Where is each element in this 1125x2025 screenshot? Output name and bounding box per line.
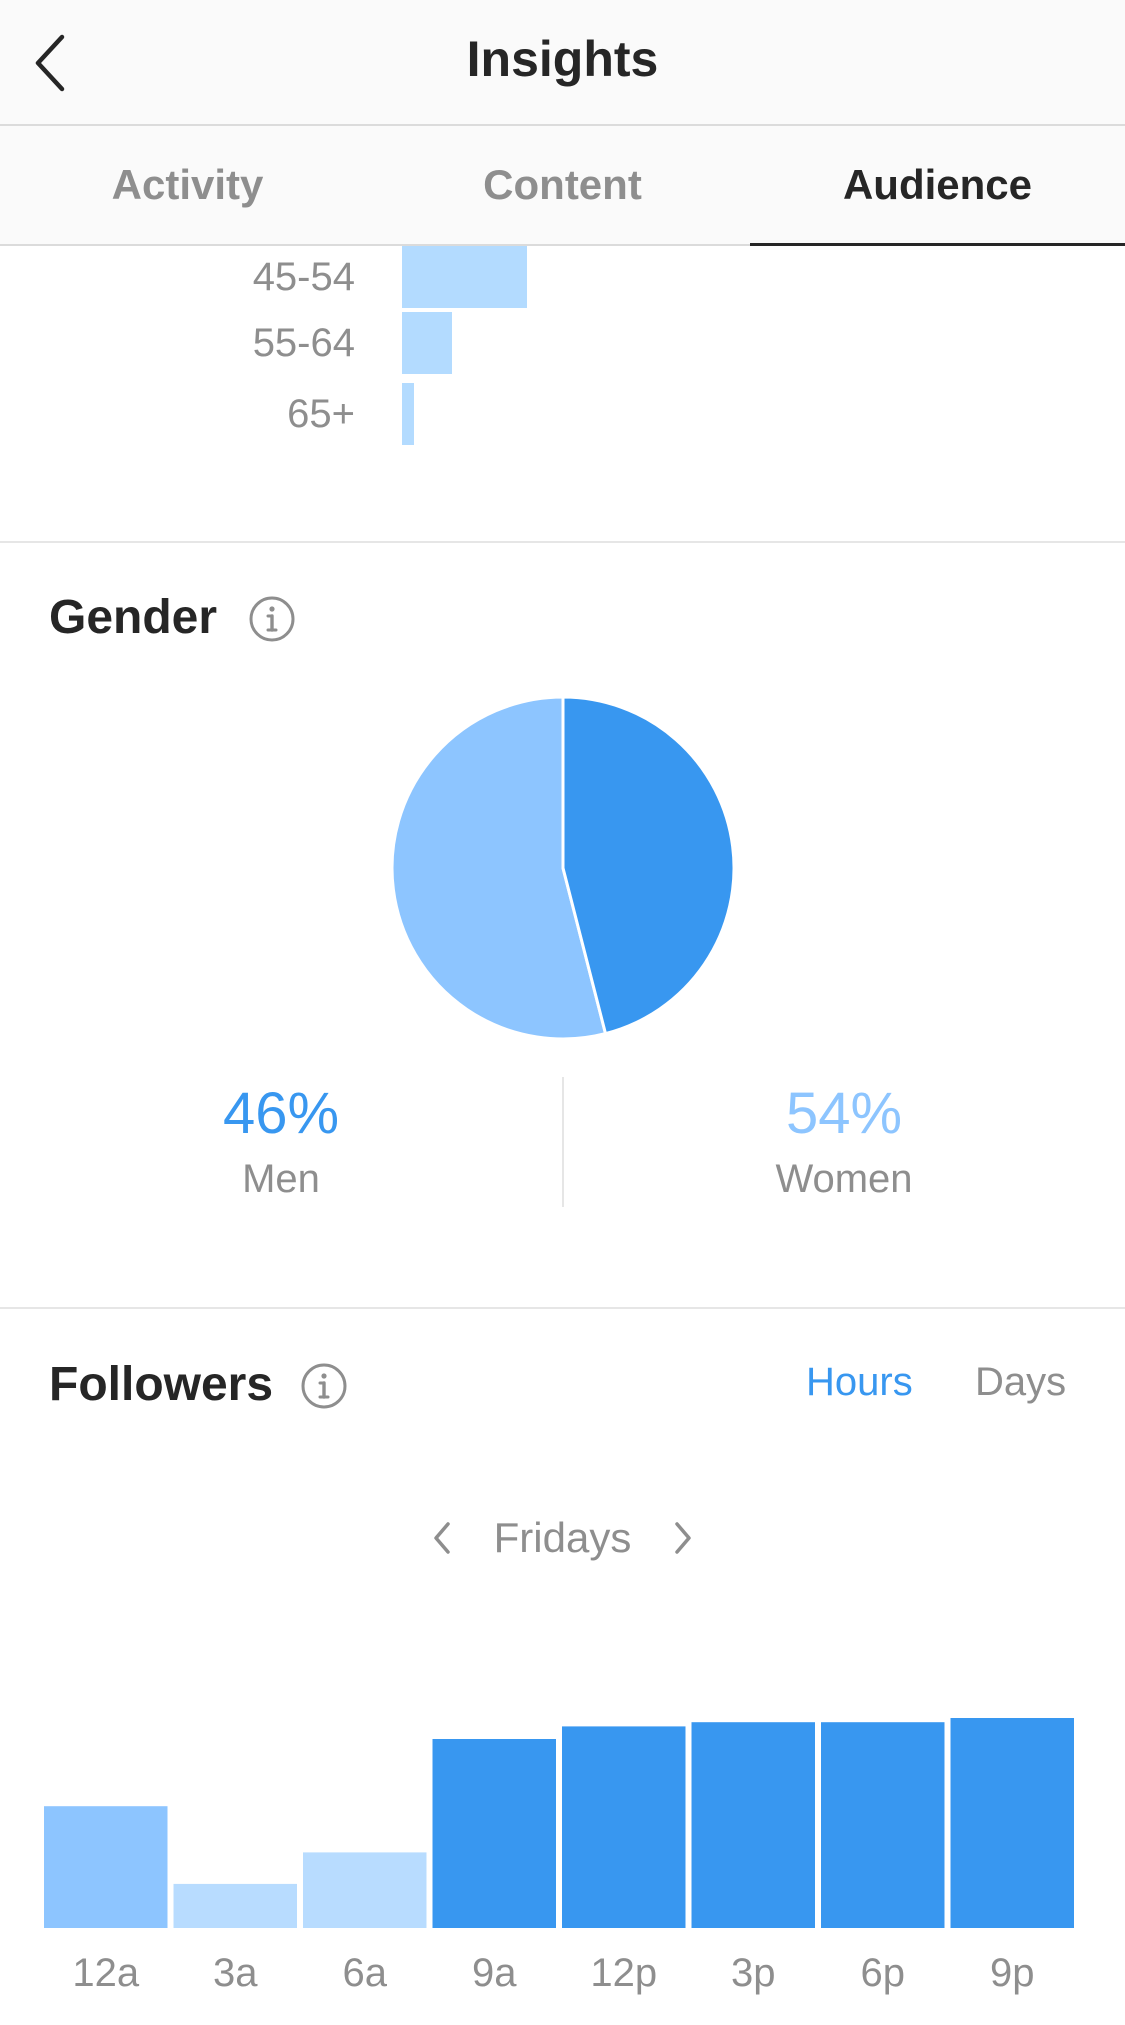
days-toggle[interactable]: Days [975,1360,1066,1405]
hour-bar-3p [691,1722,815,1928]
hour-bar-3a [173,1883,297,1928]
women-percentage: 54% [785,1081,903,1146]
hour-tick-label: 9a [472,1951,517,1995]
section-divider [0,541,1125,543]
previous-day-button[interactable] [412,1508,472,1568]
followers-hours-chart: 12a 3a 6a 9a 12p 3p 6p 9p [44,1700,1080,2020]
gender-women-stat: 54% Women [563,1080,1125,1202]
hour-bar-12a [44,1806,168,1928]
hour-tick-label: 12a [72,1951,139,1995]
hour-tick-label: 3p [731,1951,776,1995]
age-row: 45-54 [0,246,1125,308]
tab-activity[interactable]: Activity [0,126,375,244]
age-label: 45-54 [252,255,355,299]
hour-tick-label: 12p [590,1951,657,1995]
tab-content[interactable]: Content [375,126,750,244]
section-divider [0,1307,1125,1309]
gender-title: Gender [49,591,218,644]
hour-bar-6a [303,1852,427,1928]
age-row: 55-64 [0,312,1125,374]
gender-men-stat: 46% Men [0,1080,562,1202]
age-label: 55-64 [252,321,355,365]
hour-tick-label: 6p [861,1951,906,1995]
women-label: Women [775,1157,913,1201]
tab-bar: Activity Content Audience [0,126,1125,246]
page-title: Insights [466,31,659,87]
age-bar [402,246,527,308]
next-day-button[interactable] [653,1508,713,1568]
hour-tick-label: 6a [343,1951,388,1995]
day-selector: Fridays [0,1508,1125,1568]
hour-tick-label: 9p [990,1951,1035,1995]
men-percentage: 46% [222,1081,340,1146]
men-label: Men [242,1157,320,1201]
chevron-left-icon [433,1522,450,1554]
chevron-right-icon [675,1522,692,1554]
hour-bar-12p [562,1726,686,1928]
day-label: Fridays [493,1514,632,1561]
hour-bar-6p [821,1722,945,1928]
followers-title: Followers [49,1358,274,1411]
tab-audience[interactable]: Audience [750,126,1125,246]
hour-bar-9p [950,1718,1074,1928]
age-bar [402,383,414,445]
info-icon[interactable] [247,594,297,644]
gender-pie-chart [390,695,736,1041]
hour-bar-9a [432,1739,556,1928]
hour-tick-label: 3a [213,1951,258,1995]
age-bar [402,312,452,374]
info-icon[interactable] [299,1361,349,1411]
age-row: 65+ [0,383,1125,445]
hours-toggle[interactable]: Hours [806,1360,913,1405]
age-label: 65+ [287,392,355,436]
navigation-bar: Insights [0,0,1125,126]
